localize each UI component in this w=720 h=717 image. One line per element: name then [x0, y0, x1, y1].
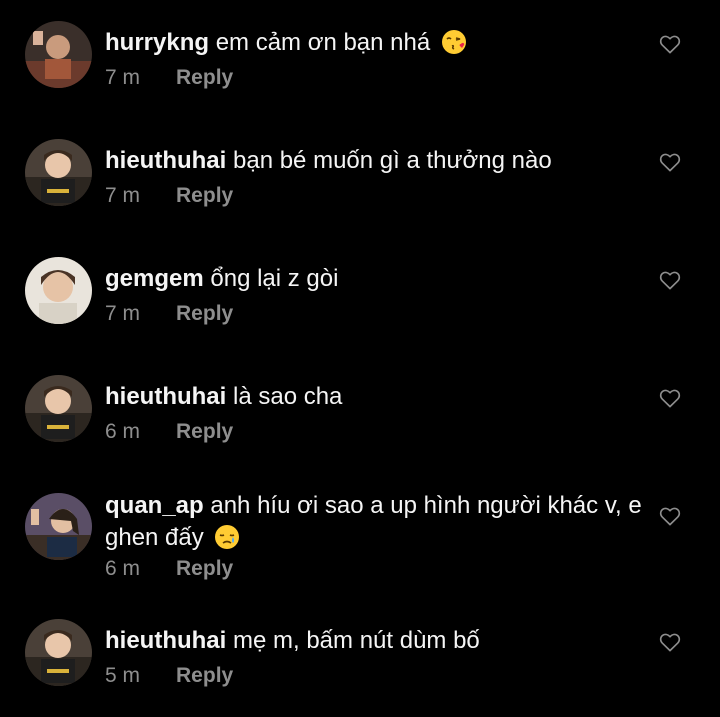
timestamp: 7 m [105, 184, 141, 207]
avatar[interactable] [25, 257, 92, 324]
reply-button[interactable]: Reply [176, 664, 233, 688]
heart-outline-icon[interactable] [659, 152, 681, 172]
comment-meta: 7 m Reply [105, 302, 233, 326]
comment-meta: 5 m Reply [105, 664, 233, 688]
comment-meta: 6 m Reply [105, 557, 233, 581]
timestamp: 7 m [105, 302, 141, 325]
timestamp: 6 m [105, 557, 141, 580]
comment-message: em cảm ơn bạn nhá [215, 29, 431, 56]
timestamp: 5 m [105, 664, 141, 687]
comment-text: hieuthuhai là sao cha [105, 381, 645, 413]
reply-button[interactable]: Reply [176, 184, 233, 208]
comment-text: hurrykng em cảm ơn bạn nhá [105, 27, 645, 59]
timestamp: 7 m [105, 66, 141, 89]
reply-button[interactable]: Reply [176, 420, 233, 444]
reply-button[interactable]: Reply [176, 302, 233, 326]
comment-text: quan_ap anh híu ơi sao a up hình người k… [105, 490, 645, 554]
avatar[interactable] [25, 493, 92, 560]
comment-message: bạn bé muốn gì a thưởng nào [233, 147, 552, 174]
heart-outline-icon[interactable] [659, 388, 681, 408]
heart-outline-icon[interactable] [659, 506, 681, 526]
avatar[interactable] [25, 619, 92, 686]
sad-tear-emoji [215, 525, 240, 549]
username[interactable]: gemgem [105, 265, 204, 292]
heart-outline-icon[interactable] [659, 270, 681, 290]
timestamp: 6 m [105, 420, 141, 443]
comment-meta: 7 m Reply [105, 66, 233, 90]
username[interactable]: hieuthuhai [105, 627, 226, 654]
comment-message: là sao cha [233, 383, 343, 410]
username[interactable]: hurrykng [105, 29, 209, 56]
comment-text: gemgem ổng lại z gòi [105, 263, 645, 295]
comment-text: hieuthuhai bạn bé muốn gì a thưởng nào [105, 145, 645, 177]
comment-meta: 6 m Reply [105, 420, 233, 444]
avatar[interactable] [25, 21, 92, 88]
comment-message: mẹ m, bấm nút dùm bố [233, 627, 480, 654]
kissing-heart-emoji [441, 30, 466, 54]
reply-button[interactable]: Reply [176, 66, 233, 90]
username[interactable]: hieuthuhai [105, 147, 226, 174]
avatar[interactable] [25, 139, 92, 206]
comment-meta: 7 m Reply [105, 184, 233, 208]
username[interactable]: quan_ap [105, 492, 204, 519]
heart-outline-icon[interactable] [659, 34, 681, 54]
avatar[interactable] [25, 375, 92, 442]
comment-message: ổng lại z gòi [210, 265, 339, 292]
heart-outline-icon[interactable] [659, 632, 681, 652]
comment-text: hieuthuhai mẹ m, bấm nút dùm bố [105, 625, 645, 657]
reply-button[interactable]: Reply [176, 557, 233, 581]
username[interactable]: hieuthuhai [105, 383, 226, 410]
